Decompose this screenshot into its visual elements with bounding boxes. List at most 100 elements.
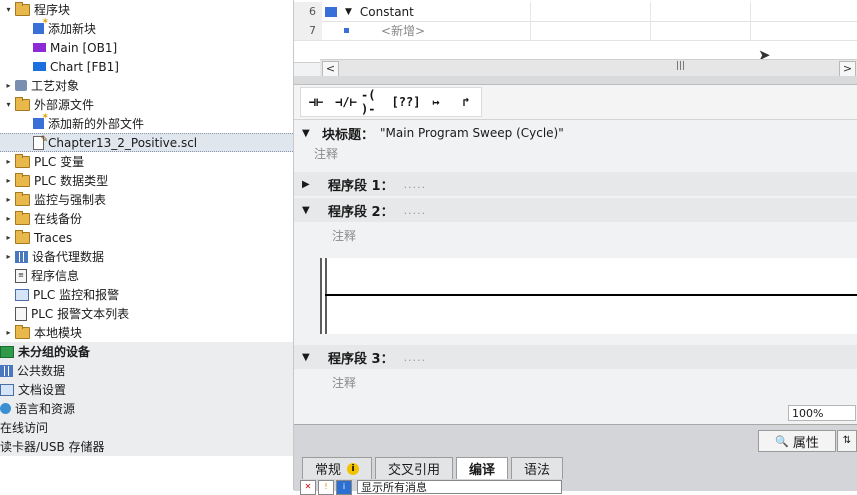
nc-contact-icon[interactable]: ⊣/⊢ — [331, 90, 361, 114]
tree-item[interactable]: PLC 报警文本列表 — [0, 304, 293, 323]
expand-icon[interactable]: ▸ — [4, 252, 13, 262]
rung-wire[interactable] — [325, 294, 857, 296]
tree-item[interactable]: 添加新的外部文件 — [0, 112, 293, 133]
tree-item[interactable]: Chart [FB1] — [0, 57, 293, 76]
block-comment[interactable]: 注释 — [314, 145, 338, 162]
fb-block-icon — [33, 62, 46, 71]
network-label: 程序段 1： — [328, 178, 394, 194]
block-title-row[interactable]: ▼ 块标题： "Main Program Sweep (Cycle)" — [294, 123, 857, 143]
block-title-value[interactable]: "Main Program Sweep (Cycle)" — [380, 126, 564, 140]
info-diagnostics-button[interactable]: ⇅ — [837, 430, 857, 452]
table-row[interactable]: 6 ▼ Constant — [294, 2, 857, 22]
tree-item[interactable]: 在线访问 — [0, 418, 293, 437]
expand-icon[interactable]: ▼ — [345, 7, 352, 17]
tree-item[interactable]: ▸ Traces — [0, 228, 293, 247]
collapse-icon[interactable]: ▾ — [4, 5, 13, 15]
row-number: 7 — [294, 21, 322, 40]
collapse-icon[interactable]: ▼ — [302, 352, 314, 363]
horizontal-scrollbar[interactable]: < ||| > — [320, 59, 857, 77]
text-list-icon — [15, 306, 27, 321]
ladder-rung[interactable] — [320, 258, 857, 334]
expand-icon[interactable]: ▸ — [4, 328, 13, 338]
folder-icon — [15, 172, 30, 187]
network-2-header[interactable]: ▼ 程序段 2： ..... — [294, 198, 857, 222]
splitter-handle[interactable] — [294, 76, 857, 85]
info-filter-icon[interactable]: i — [336, 479, 352, 495]
folder-icon — [15, 153, 30, 168]
tree-item[interactable]: Main [OB1] — [0, 38, 293, 57]
tree-item[interactable]: Chapter13_2_Positive.scl — [0, 133, 293, 152]
network-title-placeholder[interactable]: ..... — [404, 178, 426, 191]
tree-item[interactable]: 添加新块 — [0, 17, 293, 38]
tab-cross-references[interactable]: 交叉引用 — [375, 457, 454, 479]
expand-icon[interactable]: ▶ — [302, 179, 314, 190]
coil-icon[interactable]: -( )- — [361, 88, 391, 116]
common-data-icon — [0, 364, 13, 377]
tree-item[interactable]: ▸ PLC 变量 — [0, 152, 293, 171]
expand-icon[interactable]: ▸ — [4, 214, 13, 224]
info-icon: i — [347, 462, 360, 475]
tree-item[interactable]: ▸ 在线备份 — [0, 209, 293, 228]
network-title-placeholder[interactable]: ..... — [404, 351, 426, 364]
tree-item-label: 添加新的外部文件 — [48, 117, 145, 131]
tab-general[interactable]: 常规 i — [302, 457, 373, 479]
tree-item[interactable]: 语言和资源 — [0, 399, 293, 418]
network-label: 程序段 3： — [328, 351, 394, 367]
tree-item[interactable]: 文档设置 — [0, 380, 293, 399]
tree-item[interactable]: ▸ 设备代理数据 — [0, 247, 293, 266]
collapse-icon[interactable]: ▼ — [302, 205, 314, 216]
tree-item-label: PLC 数据类型 — [34, 174, 109, 188]
scroll-left-button[interactable]: < — [322, 61, 339, 77]
tree-item[interactable]: ≡ 程序信息 — [0, 266, 293, 285]
scroll-right-button[interactable]: > — [839, 61, 856, 77]
tree-item[interactable]: 公共数据 — [0, 361, 293, 380]
open-branch-icon[interactable]: ↦ — [421, 90, 451, 114]
collapse-icon[interactable]: ▾ — [4, 100, 13, 110]
expand-icon[interactable]: ▸ — [4, 81, 13, 91]
bullet-icon — [344, 28, 349, 33]
network-title-placeholder[interactable]: ..... — [404, 204, 426, 217]
ob-block-icon — [33, 43, 46, 52]
network-label: 程序段 2： — [328, 204, 394, 220]
expand-icon[interactable]: ▸ — [4, 157, 13, 167]
expand-icon[interactable]: ▸ — [4, 233, 13, 243]
warning-filter-icon[interactable]: ! — [318, 479, 334, 495]
network-3-comment[interactable]: 注释 — [332, 374, 356, 391]
tree-item[interactable]: PLC 监控和报警 — [0, 285, 293, 304]
alarm-icon — [15, 288, 29, 301]
expand-icon[interactable]: ▸ — [4, 176, 13, 186]
table-row[interactable]: 7 <新增> — [294, 21, 857, 41]
folder-icon — [15, 210, 30, 225]
tree-item[interactable]: ▸ 本地模块 — [0, 323, 293, 342]
network-1-header[interactable]: ▶ 程序段 1： ..... — [294, 172, 857, 196]
no-contact-icon[interactable]: ⊣⊢ — [301, 90, 331, 114]
tree-item-label: PLC 变量 — [34, 155, 85, 169]
add-new-entry[interactable]: <新增> — [381, 22, 425, 39]
tab-syntax[interactable]: 语法 — [511, 457, 564, 479]
scroll-grip[interactable]: ||| — [676, 61, 685, 71]
error-filter-icon[interactable]: ✕ — [300, 479, 316, 495]
empty-box-icon[interactable]: [??] — [391, 90, 421, 114]
network-2-comment[interactable]: 注释 — [332, 227, 356, 244]
network-3-header[interactable]: ▼ 程序段 3： ..... — [294, 345, 857, 369]
zoom-select[interactable]: 100% — [788, 405, 856, 421]
folder-icon — [15, 324, 30, 339]
close-branch-icon[interactable]: ↱ — [451, 90, 481, 114]
collapse-icon[interactable]: ▼ — [302, 128, 314, 139]
properties-button[interactable]: 🔍 属性 — [758, 430, 836, 452]
tab-compile[interactable]: 编译 — [456, 457, 509, 479]
tree-item[interactable]: 未分组的设备 — [0, 342, 293, 361]
tree-item[interactable]: 读卡器/USB 存储器 — [0, 437, 293, 456]
tree-item[interactable]: ▸ PLC 数据类型 — [0, 171, 293, 190]
folder-icon — [15, 191, 30, 206]
power-rail — [320, 258, 327, 334]
expand-icon[interactable]: ▸ — [4, 195, 13, 205]
message-filter-select[interactable]: 显示所有消息 — [357, 480, 562, 494]
tree-item[interactable]: ▸ 监控与强制表 — [0, 190, 293, 209]
tree-item[interactable]: ▸ 工艺对象 — [0, 76, 293, 95]
